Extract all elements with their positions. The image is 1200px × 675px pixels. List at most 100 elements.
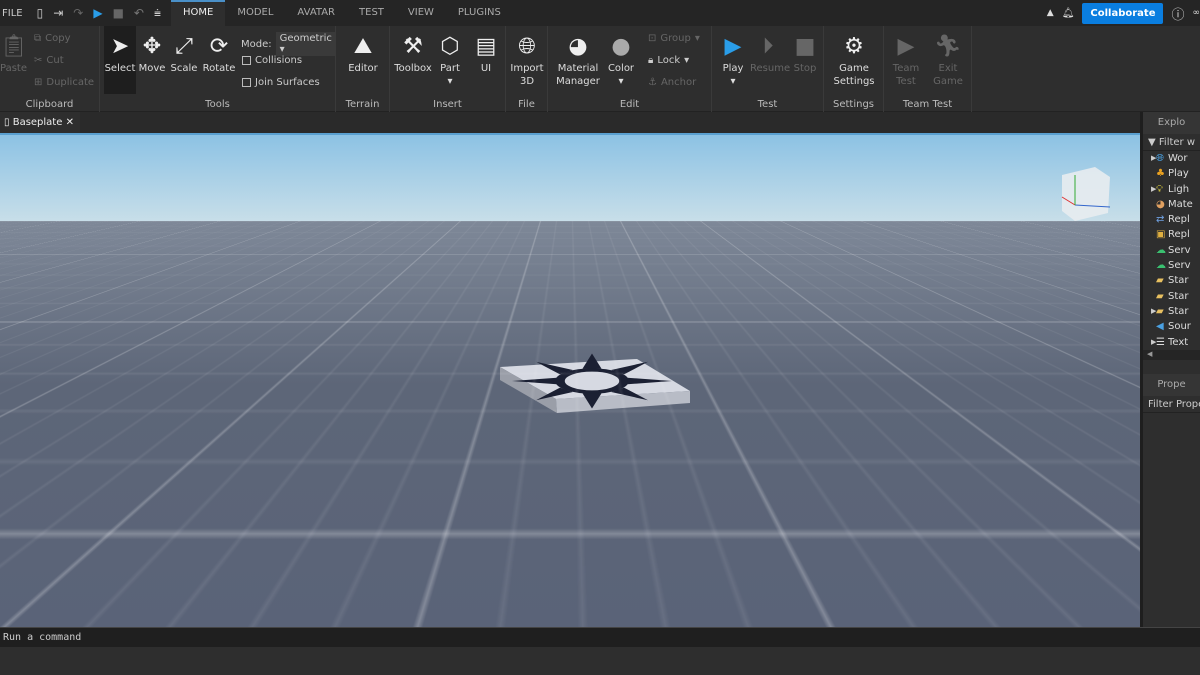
tab-model[interactable]: MODEL <box>225 0 285 26</box>
anchor-button[interactable]: ⚓ Anchor <box>648 77 696 88</box>
tab-test[interactable]: TEST <box>347 0 396 26</box>
explorer-item[interactable]: ▣ Repl <box>1143 227 1200 242</box>
rotate-button[interactable]: ⟳ Rotate <box>202 32 236 75</box>
stop-icon: ■ <box>794 34 816 59</box>
tab-view[interactable]: VIEW <box>396 0 446 26</box>
tab-home[interactable]: HOME <box>170 0 226 26</box>
resume-button[interactable]: ⏵ Resume <box>750 32 790 75</box>
globe-icon: 🌐︎ <box>1156 153 1164 164</box>
exit-game-button[interactable]: 🏃︎ Exit Game <box>930 32 966 88</box>
undo-icon[interactable]: ↶ <box>134 6 144 20</box>
exit-icon: 🏃︎ <box>934 34 962 59</box>
color-button[interactable]: ● Color ▾ <box>606 32 636 88</box>
explorer-panel: Explo ▼ Filter w ▶ 🌐︎ Wor ♣ Play ▶ 💡︎ Ligh ◕ Mate… <box>1140 112 1200 627</box>
group-button[interactable]: ⊡ Group ▾ <box>648 33 700 44</box>
notifications-icon[interactable]: 🔔︎ <box>1062 8 1075 19</box>
explorer-item-label: Repl <box>1168 214 1190 226</box>
customize-icon[interactable]: ⩧ <box>154 6 161 21</box>
tab-plugins[interactable]: PLUGINS <box>446 0 513 26</box>
close-icon[interactable]: ✕ <box>66 117 74 128</box>
explorer-filter-input[interactable]: ▼ Filter w <box>1143 134 1200 151</box>
view-cube[interactable] <box>1061 167 1111 221</box>
explorer-item-label: Mate <box>1168 198 1193 210</box>
toolbox-button[interactable]: ⚒ Toolbox <box>394 32 432 75</box>
3d-viewport[interactable] <box>0 133 1140 627</box>
team-test-icon: ▶ <box>897 34 915 59</box>
explorer-item[interactable]: ▶ 💡︎ Ligh <box>1143 182 1200 197</box>
cube-icon: ⬡ <box>440 34 460 59</box>
group-icon: ⊡ <box>648 33 657 44</box>
menu-bar: FILE ▯ ⇥ ↷ ▶ ■ ↶ ⩧ HOME MODEL AVATAR TES… <box>0 0 1200 26</box>
import-3d-button[interactable]: 🌐︎ Import 3D <box>508 32 546 88</box>
material-icon: ◕ <box>1156 198 1165 210</box>
collaborate-button[interactable]: Collaborate <box>1082 2 1164 24</box>
explorer-item-label: Star <box>1168 290 1189 302</box>
terrain-editor-button[interactable]: ⛰ Editor <box>344 32 382 75</box>
explorer-item[interactable]: ☁ Serv <box>1143 243 1200 258</box>
scale-button[interactable]: ⤢ Scale <box>170 32 198 75</box>
copy-button[interactable]: ⧉ Copy <box>34 33 71 44</box>
duplicate-button[interactable]: ⊞ Duplicate <box>34 77 94 88</box>
help-icon[interactable]: ⓘ <box>1171 4 1184 23</box>
material-manager-label: Material Manager <box>556 63 600 87</box>
edit-group: ◕ Material Manager ● Color ▾ ⊡ Group ▾ 🔒︎ Loc… <box>548 26 712 112</box>
part-button[interactable]: ⬡ Part ▾ <box>436 32 464 88</box>
explorer-item[interactable]: ◕ Mate <box>1143 197 1200 212</box>
team-test-group-label: Team Test <box>902 99 953 110</box>
explorer-item-label: Star <box>1168 275 1189 287</box>
stop-icon[interactable]: ■ <box>113 6 124 20</box>
open-icon[interactable]: ⇥ <box>53 6 63 20</box>
play-button[interactable]: ▶ Play ▾ <box>718 32 748 88</box>
clipboard-group: 📋︎ Paste ⧉ Copy ✂ Cut ⊞ Duplicate Clipboard <box>0 26 100 112</box>
share-icon[interactable]: ∞ <box>1193 8 1200 18</box>
lock-label: Lock <box>657 55 681 66</box>
filter-icon: ▼ <box>1148 137 1156 148</box>
document-tabs: ▯ Baseplate ✕ <box>0 112 1140 133</box>
redo-icon[interactable]: ↷ <box>73 6 83 20</box>
file-group-label: File <box>518 99 535 110</box>
join-surfaces-checkbox[interactable]: Join Surfaces <box>242 77 320 88</box>
explorer-item[interactable]: ▰ Star <box>1143 289 1200 304</box>
properties-filter-input[interactable]: Filter Proper <box>1143 396 1200 413</box>
move-label: Move <box>138 63 166 74</box>
cursor-icon: ➤ <box>110 34 130 59</box>
color-label: Color <box>607 63 635 74</box>
document-tab-label: Baseplate <box>12 117 63 128</box>
explorer-item[interactable]: ☁ Serv <box>1143 258 1200 273</box>
file-menu[interactable]: FILE <box>2 8 23 19</box>
explorer-item[interactable]: ▶ ☰ Text <box>1143 335 1200 350</box>
explorer-item[interactable]: ▶ 🌐︎ Wor <box>1143 151 1200 166</box>
mode-dropdown[interactable]: Geometric ▾ <box>275 32 336 56</box>
test-group: ▶ Play ▾ ⏵ Resume ■ Stop Test <box>712 26 824 112</box>
players-icon: ♣ <box>1156 168 1165 180</box>
explorer-item[interactable]: ⇄ Repl <box>1143 212 1200 227</box>
new-file-icon[interactable]: ▯ <box>37 6 44 20</box>
horizontal-scrollbar[interactable]: ◀ <box>1143 349 1200 360</box>
cut-icon: ✂ <box>34 55 43 66</box>
command-bar[interactable]: Run a command <box>0 627 1200 647</box>
sound-icon: ◀ <box>1156 321 1164 333</box>
play-icon[interactable]: ▶ <box>93 6 102 20</box>
ui-label: UI <box>480 63 492 74</box>
collapse-ribbon-icon[interactable]: ▲ <box>1047 8 1054 18</box>
explorer-item[interactable]: ▰ Star <box>1143 273 1200 288</box>
cut-button[interactable]: ✂ Cut <box>34 55 64 66</box>
move-button[interactable]: ✥ Move <box>138 32 166 75</box>
globe-import-icon: 🌐︎ <box>518 34 536 59</box>
part-with-decal[interactable] <box>500 353 690 414</box>
explorer-item[interactable]: ◀ Sour <box>1143 319 1200 334</box>
ui-button[interactable]: ▤ UI <box>472 32 500 75</box>
explorer-item[interactable]: ▶ ▰ Star <box>1143 304 1200 319</box>
material-manager-button[interactable]: ◕ Material Manager <box>556 32 600 88</box>
lock-button[interactable]: 🔒︎ Lock ▾ <box>648 55 689 66</box>
tab-baseplate[interactable]: ▯ Baseplate ✕ <box>0 112 80 133</box>
game-settings-button[interactable]: ⚙ Game Settings <box>830 32 878 88</box>
select-button[interactable]: ➤ Select <box>104 26 136 94</box>
folder-player-icon: ▰ <box>1156 305 1164 317</box>
stop-button[interactable]: ■ Stop <box>790 32 820 75</box>
team-test-button[interactable]: ▶ Team Test <box>888 32 924 88</box>
tab-avatar[interactable]: AVATAR <box>285 0 347 26</box>
collisions-checkbox[interactable]: Collisions <box>242 55 302 66</box>
explorer-item[interactable]: ♣ Play <box>1143 166 1200 181</box>
paste-button[interactable]: 📋︎ Paste <box>0 32 28 75</box>
